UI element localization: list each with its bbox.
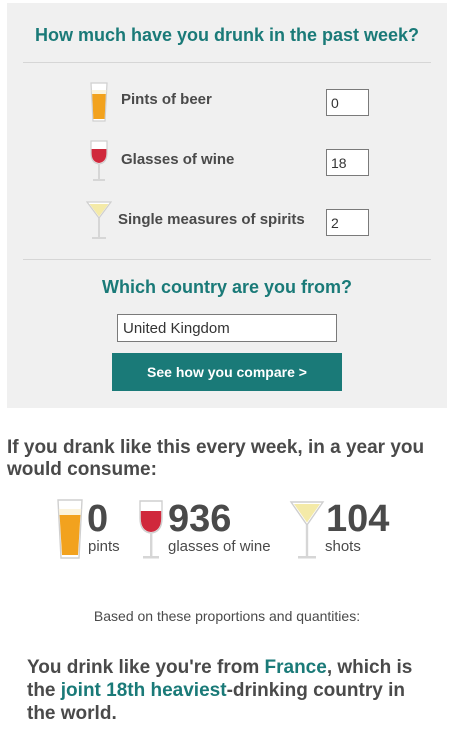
wine-yearly-value: 936 bbox=[168, 498, 232, 540]
country-question: Which country are you from? bbox=[101, 277, 353, 297]
compare-button[interactable]: See how you compare > bbox=[112, 353, 342, 391]
wine-label: Glasses of wine bbox=[121, 151, 235, 168]
beer-label: Pints of beer bbox=[121, 91, 212, 108]
spirits-glass-icon bbox=[85, 201, 113, 239]
spirits-glass-icon bbox=[289, 501, 325, 559]
matched-country: France bbox=[264, 657, 327, 678]
basis-text: Based on these proportions and quantitie… bbox=[93, 608, 361, 624]
beer-quantity-input[interactable] bbox=[326, 89, 369, 116]
country-rank: joint 18th heaviest bbox=[60, 680, 227, 701]
drinks-form-panel: How much have you drunk in the past week… bbox=[7, 3, 447, 408]
wine-glass-icon bbox=[90, 140, 108, 181]
spirits-unit-label: shots bbox=[325, 538, 361, 555]
spirits-quantity-input[interactable] bbox=[326, 209, 369, 236]
wine-glass-icon bbox=[139, 500, 163, 559]
yearly-consumption-intro: If you drank like this every week, in a … bbox=[7, 437, 425, 480]
beer-glass-icon bbox=[57, 499, 83, 559]
divider bbox=[23, 259, 431, 260]
divider bbox=[23, 62, 431, 63]
wine-unit-label: glasses of wine bbox=[168, 538, 271, 555]
spirits-yearly-value: 104 bbox=[326, 498, 390, 540]
form-title: How much have you drunk in the past week… bbox=[34, 25, 420, 45]
beer-yearly-value: 0 bbox=[87, 498, 109, 540]
result-text: You drink like you're from bbox=[27, 657, 265, 678]
country-input[interactable] bbox=[117, 314, 337, 342]
spirits-label: Single measures of spirits bbox=[118, 211, 305, 228]
beer-glass-icon bbox=[90, 82, 108, 122]
beer-unit-label: pints bbox=[88, 538, 120, 555]
wine-quantity-input[interactable] bbox=[326, 149, 369, 176]
comparison-result: You drink like you're from France, which… bbox=[27, 656, 437, 725]
